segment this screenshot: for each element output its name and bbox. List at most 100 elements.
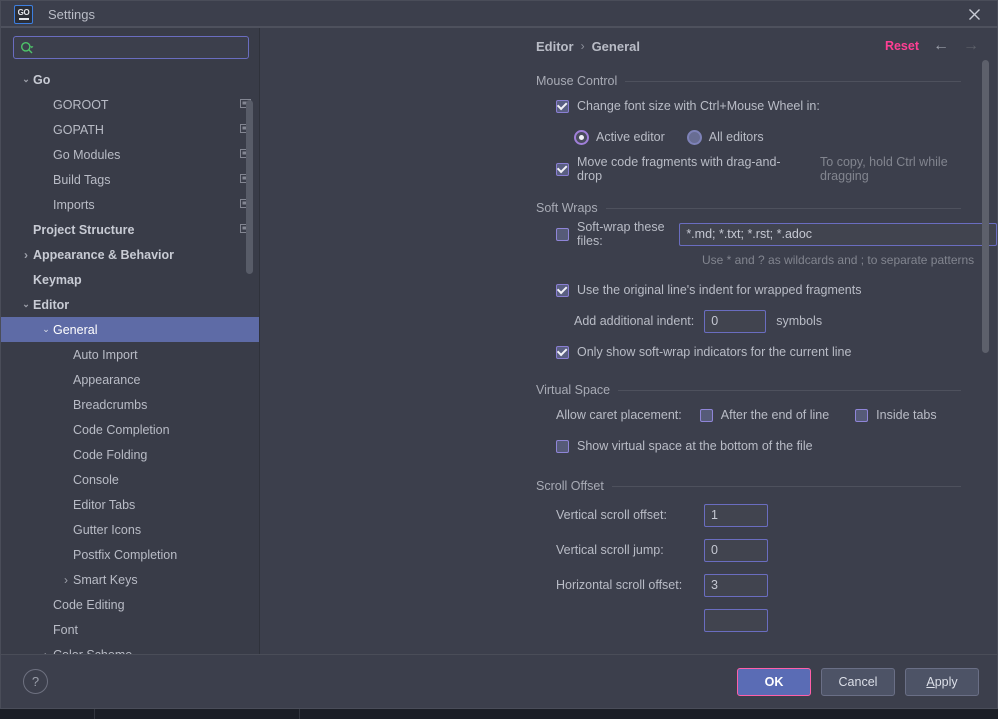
breadcrumb-parent[interactable]: Editor — [536, 39, 574, 54]
sidebar-item-go[interactable]: ⌄ Go — [1, 67, 259, 92]
chevron-down-icon[interactable]: ⌄ — [19, 299, 33, 310]
ok-button[interactable]: OK — [737, 667, 811, 696]
after-end-of-line-label: After the end of line — [720, 408, 830, 422]
sidebar-item-color-scheme[interactable]: ›Color Scheme — [1, 642, 259, 655]
arrow-left-icon[interactable]: ← — [933, 38, 949, 54]
section-divider — [625, 80, 961, 82]
caret-placement-row: Allow caret placement: After the end of … — [536, 402, 997, 428]
sidebar-item-font[interactable]: Font — [1, 617, 259, 642]
sidebar-item-code-completion[interactable]: Code Completion — [1, 417, 259, 442]
chevron-right-icon[interactable]: › — [19, 248, 33, 262]
use-original-indent-label: Use the original line's indent for wrapp… — [577, 283, 862, 297]
scroll-offset-label: Horizontal scroll offset: — [556, 578, 683, 592]
sidebar-item-label: Project Structure — [33, 222, 135, 237]
radio-all-editors[interactable] — [686, 129, 702, 145]
sidebar-item-smart-keys[interactable]: › Smart Keys — [1, 567, 259, 592]
sidebar-item-appearance[interactable]: Appearance — [1, 367, 259, 392]
sidebar-item-breadcrumbs[interactable]: Breadcrumbs — [1, 392, 259, 417]
sidebar-scrollbar[interactable] — [246, 100, 253, 274]
go-logo-icon: GO — [14, 5, 33, 24]
settings-tree[interactable]: ⌄ Go GOROOT GOPATH Go Modules Build Tags Impor… — [1, 65, 259, 654]
chevron-down-icon[interactable]: ⌄ — [19, 74, 33, 85]
sidebar-item-label: Appearance & Behavior — [33, 247, 175, 262]
settings-dialog: GO Settings ⌄ Go GOROOT GOPATH Go Module… — [0, 0, 998, 709]
breadcrumb-separator: › — [580, 39, 585, 53]
settings-sidebar: ⌄ Go GOROOT GOPATH Go Modules Build Tags Impor… — [1, 28, 260, 654]
sidebar-item-build-tags[interactable]: Build Tags — [1, 167, 259, 192]
scroll-offset-input[interactable]: 3 — [704, 573, 768, 597]
sidebar-item-label: Build Tags — [53, 172, 111, 187]
change-font-size-label: Change font size with Ctrl+Mouse Wheel i… — [577, 99, 820, 113]
inside-tabs-checkbox[interactable] — [855, 408, 869, 422]
help-button[interactable]: ? — [23, 669, 48, 694]
show-virtual-space-label: Show virtual space at the bottom of the … — [577, 439, 813, 453]
only-show-indicators-label: Only show soft-wrap indicators for the c… — [577, 345, 852, 359]
move-code-fragments-row: Move code fragments with drag-and-drop T… — [536, 155, 997, 183]
section-header: Virtual Space — [536, 383, 997, 397]
sidebar-item-console[interactable]: Console — [1, 467, 259, 492]
font-size-scope-radio-group: Active editor All editors — [536, 124, 997, 150]
additional-indent-row: Add additional indent: 0 symbols — [536, 308, 997, 334]
sidebar-item-label: Font — [53, 622, 79, 637]
change-font-size-checkbox[interactable] — [556, 99, 569, 113]
sidebar-item-goroot[interactable]: GOROOT — [1, 92, 259, 117]
sidebar-item-gopath[interactable]: GOPATH — [1, 117, 259, 142]
apply-button-mnemonic: A — [926, 674, 935, 689]
scroll-offset-input[interactable]: 1 — [704, 503, 768, 527]
sidebar-item-imports[interactable]: Imports — [1, 192, 259, 217]
wildcard-hint: Use * and ? as wildcards and ; to separa… — [702, 253, 975, 267]
sidebar-item-editor[interactable]: ⌄ Editor — [1, 292, 259, 317]
sidebar-item-general[interactable]: ⌄ General — [1, 317, 259, 342]
use-original-indent-checkbox[interactable] — [556, 283, 569, 297]
scroll-offset-input[interactable]: 0 — [704, 538, 768, 562]
after-end-of-line-checkbox[interactable] — [699, 408, 713, 422]
soft-wrap-files-row: Soft-wrap these files: *.md; *.txt; *.rs… — [536, 220, 997, 248]
sidebar-item-code-editing[interactable]: Code Editing — [1, 592, 259, 617]
scroll-offset-input-clipped[interactable] — [704, 608, 768, 632]
search-icon — [20, 41, 34, 55]
chevron-down-icon[interactable]: ⌄ — [39, 324, 53, 335]
sidebar-item-go-modules[interactable]: Go Modules — [1, 142, 259, 167]
sidebar-item-label: General — [53, 322, 98, 337]
sidebar-item-project-structure[interactable]: Project Structure — [1, 217, 259, 242]
soft-wrap-files-label: Soft-wrap these files: — [577, 220, 665, 248]
chevron-right-icon[interactable]: › — [59, 573, 73, 587]
sidebar-item-editor-tabs[interactable]: Editor Tabs — [1, 492, 259, 517]
settings-content: Mouse Control Change font size with Ctrl… — [260, 64, 997, 654]
sidebar-item-postfix-completion[interactable]: Postfix Completion — [1, 542, 259, 567]
move-code-fragments-hint: To copy, hold Ctrl while dragging — [820, 155, 948, 183]
show-virtual-space-checkbox[interactable] — [556, 439, 569, 453]
soft-wrap-files-checkbox[interactable] — [556, 227, 569, 241]
cancel-button[interactable]: Cancel — [821, 667, 895, 696]
dialog-body: ⌄ Go GOROOT GOPATH Go Modules Build Tags Impor… — [1, 28, 997, 654]
apply-button-rest: pply — [934, 674, 958, 689]
sidebar-item-label: Appearance — [73, 372, 141, 387]
sidebar-item-label: Editor Tabs — [73, 497, 136, 512]
radio-active-editor[interactable] — [574, 129, 589, 145]
only-show-indicators-checkbox[interactable] — [556, 345, 569, 359]
soft-wrap-files-input[interactable]: *.md; *.txt; *.rst; *.adoc — [679, 222, 997, 246]
section-header: Scroll Offset — [536, 479, 997, 493]
sidebar-item-label: Console — [73, 472, 119, 487]
sidebar-item-code-folding[interactable]: Code Folding — [1, 442, 259, 467]
show-virtual-space-row: Show virtual space at the bottom of the … — [536, 433, 997, 459]
dialog-footer: ? OK Cancel Apply — [1, 654, 997, 708]
sidebar-item-keymap[interactable]: Keymap — [1, 267, 259, 292]
dialog-title: Settings — [48, 7, 95, 22]
section-mouse-control: Mouse Control Change font size with Ctrl… — [536, 74, 997, 183]
apply-button[interactable]: Apply — [905, 667, 979, 696]
caret-placement-label: Allow caret placement: — [556, 408, 682, 422]
search-input[interactable] — [13, 36, 249, 59]
reset-link[interactable]: Reset — [885, 39, 919, 53]
breadcrumb-current: General — [591, 38, 640, 54]
sidebar-item-auto-import[interactable]: Auto Import — [1, 342, 259, 367]
sidebar-item-appearance-behavior[interactable]: › Appearance & Behavior — [1, 242, 259, 267]
sidebar-item-label: Gutter Icons — [73, 522, 142, 537]
additional-indent-input[interactable]: 0 — [704, 309, 767, 333]
move-code-fragments-checkbox[interactable] — [556, 162, 569, 176]
sidebar-item-gutter-icons[interactable]: Gutter Icons — [1, 517, 259, 542]
content-scrollbar[interactable] — [982, 60, 989, 353]
section-scroll-offset: Scroll Offset Vertical scroll offset: 1 Ve… — [536, 479, 997, 633]
sidebar-item-label: Go — [33, 72, 51, 87]
close-icon[interactable] — [951, 1, 997, 28]
